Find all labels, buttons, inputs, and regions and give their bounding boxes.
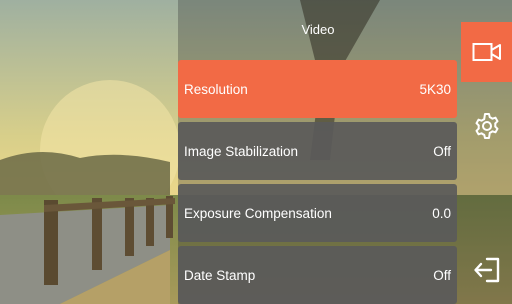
video-camera-icon	[472, 43, 501, 61]
menu-item-value: Off	[433, 143, 451, 159]
menu-item-date-stamp[interactable]: Date Stamp Off	[178, 246, 457, 304]
settings-button[interactable]	[461, 96, 512, 156]
exit-button[interactable]	[461, 240, 512, 300]
menu-item-label: Date Stamp	[184, 267, 256, 283]
menu-item-resolution[interactable]: Resolution 5K30	[178, 60, 457, 118]
menu-item-value: Off	[433, 267, 451, 283]
page-title: Video	[301, 22, 335, 37]
menu-item-image-stabilization[interactable]: Image Stabilization Off	[178, 122, 457, 180]
exit-icon	[473, 257, 499, 283]
gear-icon	[475, 113, 498, 139]
menu-item-label: Exposure Compensation	[184, 205, 332, 221]
menu-item-exposure-compensation[interactable]: Exposure Compensation 0.0	[178, 184, 457, 242]
menu-item-label: Image Stabilization	[184, 143, 299, 159]
menu-item-value: 0.0	[432, 205, 451, 221]
menu-item-value: 5K30	[419, 81, 451, 97]
menu-item-label: Resolution	[184, 81, 248, 97]
video-mode-button[interactable]	[461, 22, 512, 82]
